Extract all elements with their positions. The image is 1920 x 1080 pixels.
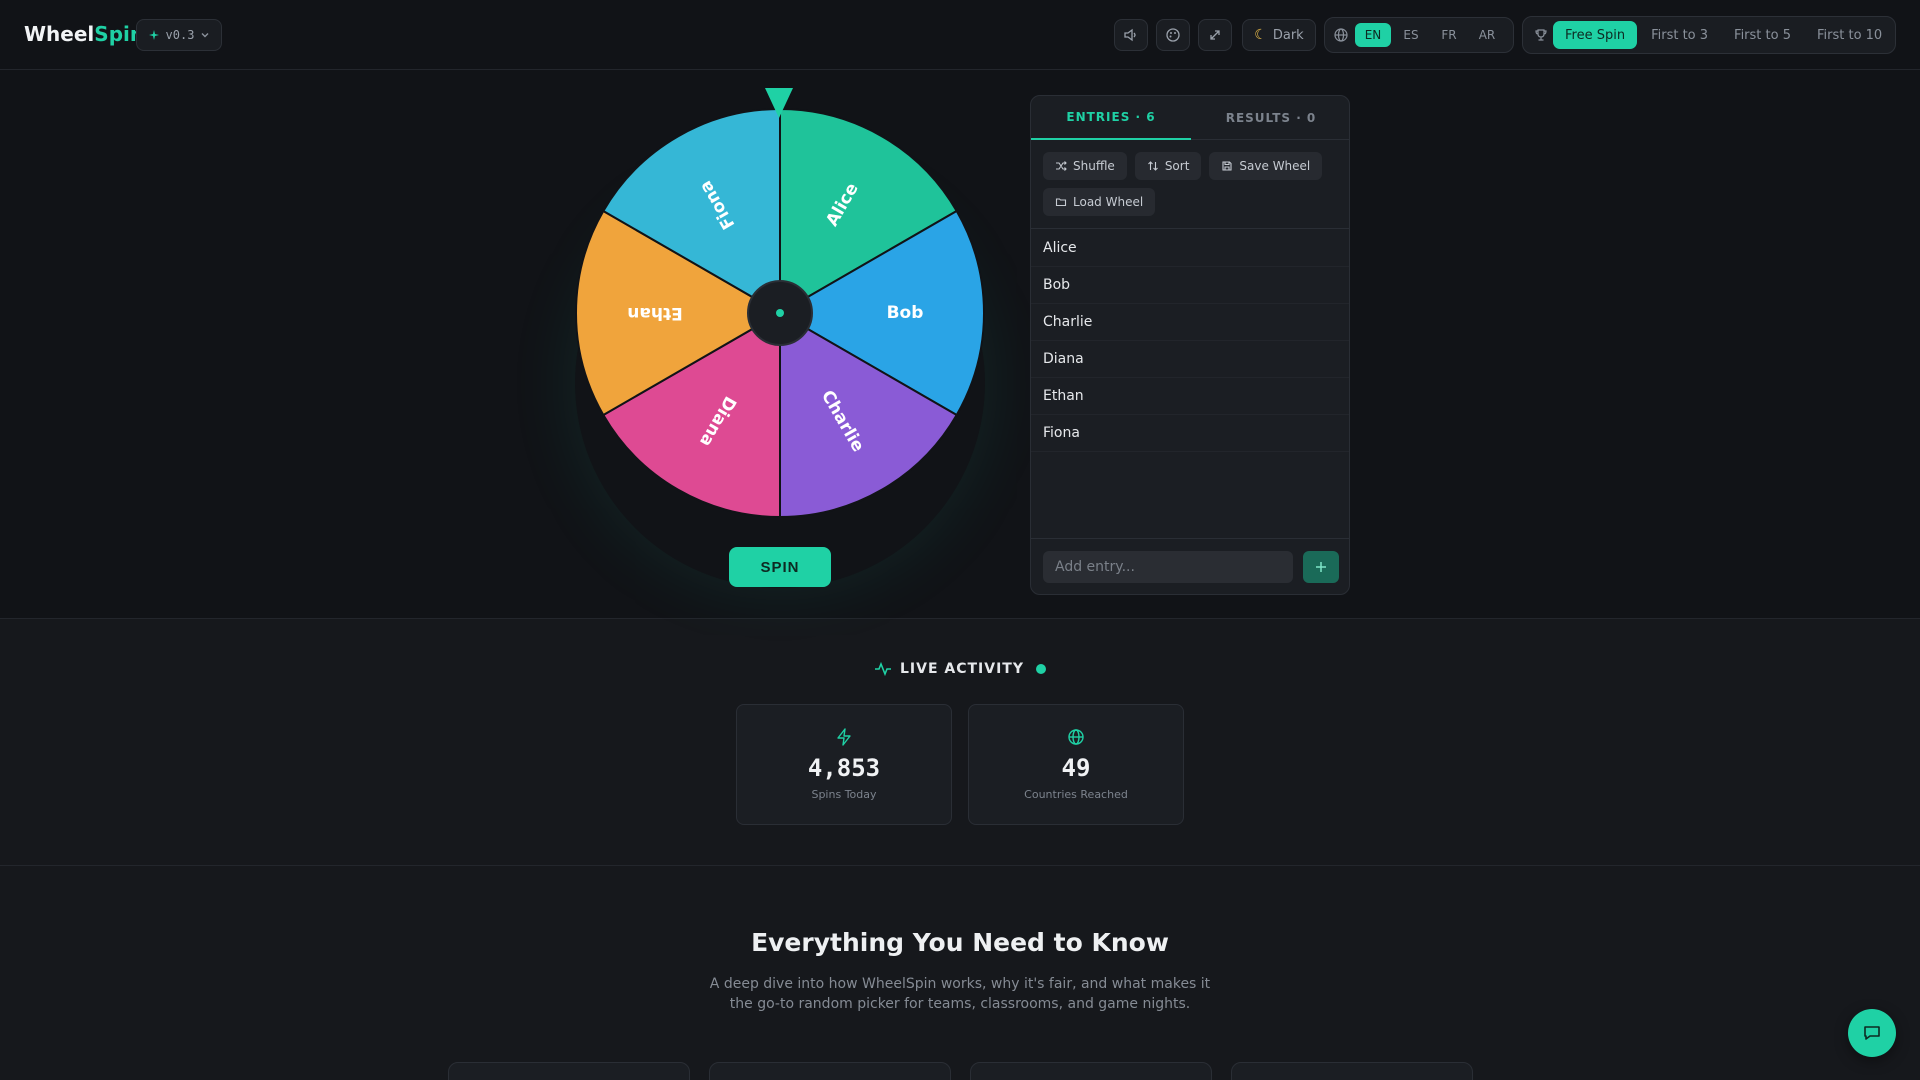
list-item[interactable]: Diana <box>1031 341 1349 378</box>
stat-value: 4,853 <box>807 754 881 782</box>
save-wheel-button[interactable]: Save Wheel <box>1209 152 1323 180</box>
live-indicator <box>1036 664 1046 674</box>
stat-card-spins: 4,853 Spins Today <box>736 704 952 825</box>
wheel-segment-label: Ethan <box>627 303 682 323</box>
entries-panel: ENTRIES · 6 RESULTS · 0 Shuffle Sort Sav… <box>1030 95 1350 595</box>
language-switcher: EN ES FR AR <box>1324 17 1514 53</box>
faq-title: Everything You Need to Know <box>751 928 1169 957</box>
wheel-pointer <box>765 88 793 118</box>
sort-button[interactable]: Sort <box>1134 152 1202 180</box>
divider <box>1031 538 1349 539</box>
sound-button[interactable] <box>1114 19 1148 51</box>
shuffle-icon <box>1056 161 1067 171</box>
faq-card[interactable] <box>970 1062 1212 1080</box>
plus-icon <box>1316 562 1326 572</box>
mode-free-spin[interactable]: Free Spin <box>1553 21 1638 49</box>
faq-card[interactable] <box>448 1062 690 1080</box>
lang-en[interactable]: EN <box>1355 23 1391 47</box>
add-entry-button[interactable] <box>1303 551 1339 583</box>
divider <box>0 865 1920 866</box>
faq-card[interactable] <box>1231 1062 1473 1080</box>
trophy-icon <box>1535 29 1547 41</box>
sort-label: Sort <box>1164 159 1190 173</box>
tab-results[interactable]: RESULTS · 0 <box>1191 96 1349 140</box>
load-wheel-button[interactable]: Load Wheel <box>1043 188 1156 216</box>
entry-list: Alice Bob Charlie Diana Ethan Fiona <box>1031 230 1349 452</box>
chat-button[interactable] <box>1848 1009 1896 1057</box>
palette-icon <box>1166 28 1180 42</box>
live-activity-heading: LIVE ACTIVITY <box>0 660 1920 678</box>
list-item[interactable]: Ethan <box>1031 378 1349 415</box>
zap-icon <box>837 728 851 746</box>
spin-button[interactable]: SPIN <box>729 547 831 587</box>
chevron-down-icon <box>201 33 209 38</box>
sparkle-icon <box>148 30 159 40</box>
palette-button[interactable] <box>1156 19 1190 51</box>
version-label: v0.3 <box>165 28 195 42</box>
moon-icon: ☾ <box>1254 27 1267 43</box>
load-wheel-label: Load Wheel <box>1073 195 1144 209</box>
list-item[interactable]: Charlie <box>1031 304 1349 341</box>
add-entry-input[interactable] <box>1043 551 1293 583</box>
panel-tabs: ENTRIES · 6 RESULTS · 0 <box>1031 96 1349 140</box>
tab-entries[interactable]: ENTRIES · 6 <box>1031 96 1191 140</box>
spin-wheel[interactable]: AliceBobCharlieDianaEthanFiona <box>575 108 985 518</box>
fullscreen-button[interactable] <box>1198 19 1232 51</box>
list-item[interactable]: Fiona <box>1031 415 1349 452</box>
version-selector[interactable]: v0.3 <box>136 19 222 51</box>
mode-first-to-3[interactable]: First to 3 <box>1639 21 1720 49</box>
lang-fr[interactable]: FR <box>1431 23 1467 47</box>
mode-first-to-10[interactable]: First to 10 <box>1805 21 1894 49</box>
lang-ar[interactable]: AR <box>1469 23 1505 47</box>
shuffle-button[interactable]: Shuffle <box>1043 152 1127 180</box>
theme-label: Dark <box>1272 27 1304 43</box>
stat-label: Countries Reached <box>1024 788 1128 801</box>
shuffle-label: Shuffle <box>1073 159 1115 173</box>
theme-toggle[interactable]: ☾ Dark <box>1242 19 1316 51</box>
stat-value: 49 <box>1061 754 1091 782</box>
folder-icon <box>1055 198 1067 207</box>
stat-label: Spins Today <box>811 788 877 801</box>
lang-es[interactable]: ES <box>1393 23 1429 47</box>
expand-icon <box>1210 30 1220 40</box>
wheel-hub-dot <box>776 309 784 317</box>
list-item[interactable]: Alice <box>1031 230 1349 267</box>
entry-toolbar: Shuffle Sort Save Wheel Load Wheel <box>1043 152 1343 216</box>
faq-card[interactable] <box>709 1062 951 1080</box>
mode-first-to-5[interactable]: First to 5 <box>1722 21 1803 49</box>
list-item[interactable]: Bob <box>1031 267 1349 304</box>
top-bar: WheelSpin v0.3 ☾ Dark EN ES FR AR Free S… <box>0 0 1920 70</box>
mode-switcher: Free Spin First to 3 First to 5 First to… <box>1522 16 1896 54</box>
sort-icon <box>1147 161 1158 171</box>
globe-icon <box>1334 28 1348 42</box>
divider <box>1031 228 1349 229</box>
faq-subtitle: A deep dive into how WheelSpin works, wh… <box>709 976 1211 1012</box>
live-activity-title: LIVE ACTIVITY <box>899 661 1024 677</box>
speaker-icon <box>1124 28 1136 42</box>
logo-text: Wheel <box>24 22 95 46</box>
stat-card-countries: 49 Countries Reached <box>968 704 1184 825</box>
save-icon <box>1222 161 1232 171</box>
save-wheel-label: Save Wheel <box>1239 159 1311 173</box>
globe-icon <box>1068 729 1084 745</box>
activity-icon <box>874 661 891 677</box>
wheel-segment-label: Bob <box>887 303 924 323</box>
chat-icon <box>1864 1026 1880 1040</box>
logo[interactable]: WheelSpin <box>24 22 144 46</box>
